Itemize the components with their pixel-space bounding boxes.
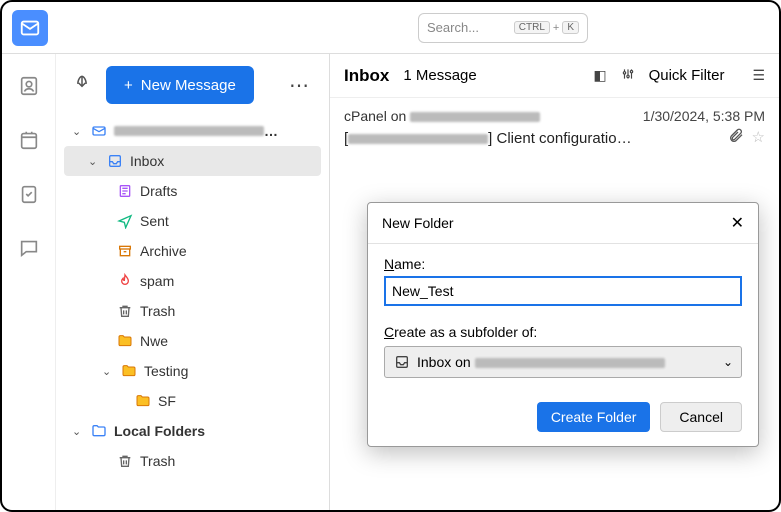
more-menu-icon[interactable]: ⋯ bbox=[283, 73, 317, 98]
folder-archive[interactable]: Archive bbox=[64, 236, 321, 266]
folder-local-trash[interactable]: Trash bbox=[64, 446, 321, 476]
new-folder-dialog: New Folder ✕ Name: Create as a subfolder… bbox=[367, 202, 759, 447]
folder-testing[interactable]: ⌄ Testing bbox=[64, 356, 321, 386]
chevron-down-icon: ⌄ bbox=[88, 155, 100, 168]
folder-icon bbox=[134, 392, 152, 410]
spam-icon bbox=[116, 272, 134, 290]
search-placeholder: Search... bbox=[427, 20, 479, 35]
subfolder-label: Create as a subfolder of: bbox=[384, 324, 742, 340]
inbox-label: Inbox bbox=[130, 153, 164, 169]
message-row[interactable]: cPanel on 1/30/2024, 5:38 PM [] Client c… bbox=[330, 98, 779, 158]
layout-icon[interactable]: ☰ bbox=[752, 67, 765, 84]
subfolder-value: Inbox on bbox=[417, 354, 665, 370]
trash-label: Trash bbox=[140, 303, 175, 319]
kbd-k: K bbox=[562, 21, 579, 34]
local-folder-icon bbox=[90, 422, 108, 440]
message-sender: cPanel on bbox=[344, 108, 540, 124]
new-message-label: New Message bbox=[141, 77, 236, 94]
search-input[interactable]: Search... CTRL + K bbox=[418, 13, 588, 43]
mail-account-icon bbox=[90, 122, 108, 140]
chat-icon[interactable] bbox=[17, 236, 41, 260]
archive-label: Archive bbox=[140, 243, 187, 259]
message-subject: [] Client configuratio… bbox=[344, 130, 632, 147]
folder-name-input[interactable] bbox=[384, 276, 742, 306]
drafts-label: Drafts bbox=[140, 183, 177, 199]
trash-icon bbox=[116, 302, 134, 320]
nwe-label: Nwe bbox=[140, 333, 168, 349]
testing-label: Testing bbox=[144, 363, 188, 379]
folder-trash[interactable]: Trash bbox=[64, 296, 321, 326]
folder-sidebar: + New Message ⋯ ⌄ … ⌄ Inbox Drafts Sent … bbox=[56, 54, 330, 510]
sent-label: Sent bbox=[140, 213, 169, 229]
drafts-icon bbox=[116, 182, 134, 200]
attachment-icon bbox=[728, 128, 744, 148]
close-icon[interactable]: ✕ bbox=[731, 213, 744, 233]
calendar-icon[interactable] bbox=[17, 128, 41, 152]
local-folders-row[interactable]: ⌄ Local Folders bbox=[64, 416, 321, 446]
folder-sf[interactable]: SF bbox=[64, 386, 321, 416]
folder-inbox[interactable]: ⌄ Inbox bbox=[64, 146, 321, 176]
sent-icon bbox=[116, 212, 134, 230]
spaces-rail bbox=[2, 54, 56, 510]
filter-icon[interactable] bbox=[621, 67, 635, 84]
message-date: 1/30/2024, 5:38 PM bbox=[643, 108, 765, 124]
contacts-icon[interactable] bbox=[17, 74, 41, 98]
sf-label: SF bbox=[158, 393, 176, 409]
inbox-icon bbox=[393, 353, 411, 371]
get-messages-icon[interactable] bbox=[72, 73, 92, 98]
app-mail-icon[interactable] bbox=[12, 10, 48, 46]
folder-nwe[interactable]: Nwe bbox=[64, 326, 321, 356]
message-count: 1 Message bbox=[403, 67, 476, 84]
local-folders-label: Local Folders bbox=[114, 423, 205, 439]
tasks-icon[interactable] bbox=[17, 182, 41, 206]
folder-title: Inbox bbox=[344, 66, 389, 86]
quick-filter-label[interactable]: Quick Filter bbox=[649, 67, 725, 84]
subfolder-select[interactable]: Inbox on ⌄ bbox=[384, 346, 742, 378]
cancel-button[interactable]: Cancel bbox=[660, 402, 742, 432]
create-folder-button[interactable]: Create Folder bbox=[537, 402, 651, 432]
chevron-down-icon: ⌄ bbox=[72, 125, 84, 138]
star-icon[interactable]: ☆ bbox=[752, 128, 765, 148]
folder-drafts[interactable]: Drafts bbox=[64, 176, 321, 206]
trash-icon bbox=[116, 452, 134, 470]
local-trash-label: Trash bbox=[140, 453, 175, 469]
chevron-down-icon: ⌄ bbox=[723, 355, 733, 369]
folder-spam[interactable]: spam bbox=[64, 266, 321, 296]
folder-icon bbox=[116, 332, 134, 350]
chevron-down-icon: ⌄ bbox=[72, 425, 84, 438]
kbd-plus: + bbox=[553, 22, 559, 34]
account-row[interactable]: ⌄ … bbox=[64, 116, 321, 146]
unread-filter-icon[interactable]: ◧ bbox=[593, 67, 606, 84]
name-label: Name: bbox=[384, 256, 742, 272]
chevron-down-icon: ⌄ bbox=[102, 365, 114, 378]
plus-icon: + bbox=[124, 77, 133, 94]
folder-sent[interactable]: Sent bbox=[64, 206, 321, 236]
inbox-icon bbox=[106, 152, 124, 170]
archive-icon bbox=[116, 242, 134, 260]
account-name: … bbox=[114, 123, 278, 139]
new-message-button[interactable]: + New Message bbox=[106, 66, 254, 104]
message-list-header: Inbox 1 Message ◧ Quick Filter ☰ bbox=[330, 54, 779, 98]
spam-label: spam bbox=[140, 273, 174, 289]
kbd-ctrl: CTRL bbox=[514, 21, 550, 34]
folder-icon bbox=[120, 362, 138, 380]
dialog-title: New Folder bbox=[382, 215, 454, 231]
